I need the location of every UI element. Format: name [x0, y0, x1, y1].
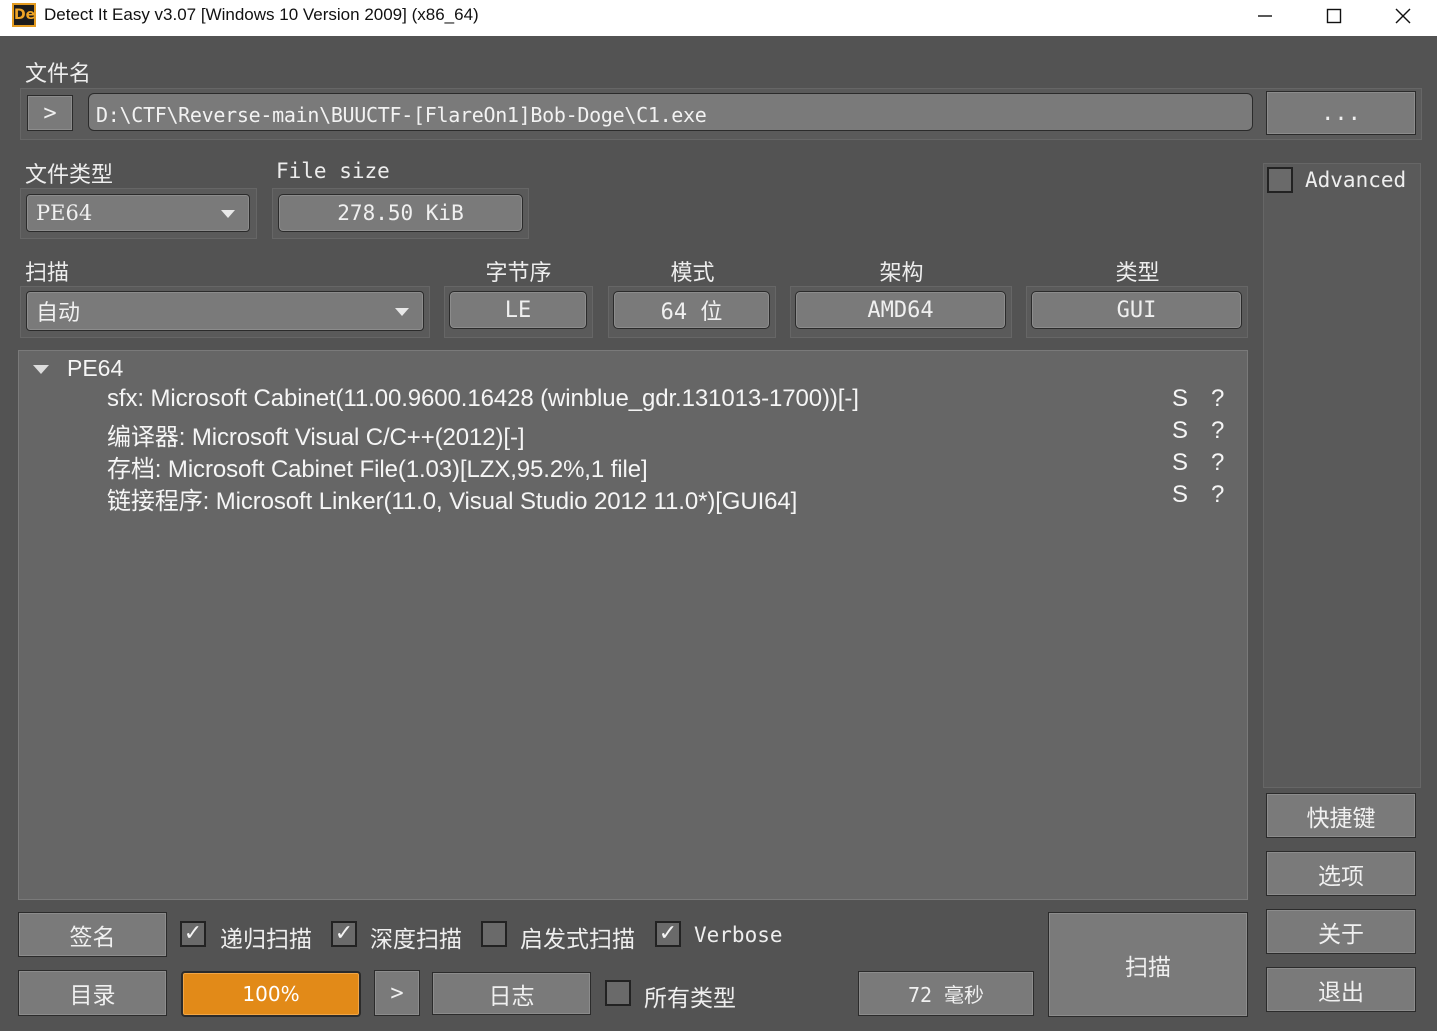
result-row-text[interactable]: 编译器: Microsoft Visual C/C++(2012)[-]: [107, 417, 525, 452]
about-button[interactable]: 关于: [1266, 909, 1416, 954]
expand-button[interactable]: >: [27, 95, 73, 131]
recursive-scan-checkbox[interactable]: ✓: [180, 921, 206, 947]
result-row-signature-button[interactable]: S: [1172, 449, 1188, 477]
arch-value[interactable]: AMD64: [795, 291, 1006, 329]
result-row-signature-button[interactable]: S: [1172, 385, 1188, 413]
maximize-icon[interactable]: [1299, 0, 1369, 32]
result-row-info-button[interactable]: ?: [1211, 417, 1224, 445]
type-value[interactable]: GUI: [1031, 291, 1242, 329]
tree-collapse-icon[interactable]: [33, 365, 49, 374]
exit-button[interactable]: 退出: [1266, 967, 1416, 1012]
window-title: Detect It Easy v3.07 [Windows 10 Version…: [44, 5, 479, 24]
result-row-text[interactable]: 存档: Microsoft Cabinet File(1.03)[LZX,95.…: [107, 449, 648, 484]
directory-button[interactable]: 目录: [18, 970, 167, 1016]
file-type-value: PE64: [36, 201, 93, 225]
result-row-text[interactable]: 链接程序: Microsoft Linker(11.0, Visual Stud…: [107, 481, 797, 516]
type-label: 类型: [1115, 261, 1160, 286]
result-row-info-button[interactable]: ?: [1211, 481, 1224, 509]
deep-scan-checkbox[interactable]: ✓: [331, 921, 357, 947]
recursive-scan-label: 递归扫描: [220, 927, 312, 953]
advanced-panel: [1263, 163, 1421, 788]
scan-mode-select[interactable]: 自动: [26, 291, 424, 331]
mode-label: 模式: [670, 261, 715, 286]
mode-value[interactable]: 64 位: [613, 291, 770, 329]
file-path-input[interactable]: D:\CTF\Reverse-main\BUUCTF-[FlareOn1]Bob…: [88, 93, 1253, 131]
title-bar: De Detect It Easy v3.07 [Windows 10 Vers…: [0, 0, 1437, 36]
file-name-label: 文件名: [25, 62, 92, 87]
chevron-down-icon: [221, 210, 235, 218]
progress-bar: 100%: [181, 971, 361, 1017]
all-types-checkbox[interactable]: [605, 980, 631, 1006]
advanced-label: Advanced: [1305, 168, 1407, 192]
log-button[interactable]: 日志: [432, 972, 591, 1015]
next-button[interactable]: >: [374, 970, 420, 1016]
close-icon[interactable]: [1368, 0, 1437, 32]
file-path-text: D:\CTF\Reverse-main\BUUCTF-[FlareOn1]Bob…: [96, 103, 707, 127]
chevron-down-icon: [395, 308, 409, 316]
file-size-value[interactable]: 278.50 KiB: [278, 194, 523, 232]
heuristic-scan-checkbox[interactable]: [481, 921, 507, 947]
verbose-checkbox[interactable]: ✓: [655, 921, 681, 947]
file-type-select[interactable]: PE64: [26, 194, 250, 232]
signatures-button[interactable]: 签名: [18, 912, 167, 957]
deep-scan-label: 深度扫描: [370, 927, 462, 953]
minimize-icon[interactable]: [1230, 0, 1300, 32]
result-row-info-button[interactable]: ?: [1211, 385, 1224, 413]
all-types-label: 所有类型: [644, 986, 736, 1012]
check-icon: ✓: [658, 921, 678, 946]
endianness-value[interactable]: LE: [449, 291, 587, 329]
result-row-text[interactable]: sfx: Microsoft Cabinet(11.00.9600.16428 …: [107, 385, 859, 413]
result-row-info-button[interactable]: ?: [1211, 449, 1224, 477]
elapsed-time-display: 72 毫秒: [858, 971, 1034, 1016]
scan-button[interactable]: 扫描: [1048, 912, 1248, 1017]
file-size-label: File size: [276, 159, 390, 183]
file-type-label: 文件类型: [25, 163, 114, 188]
result-row-signature-button[interactable]: S: [1172, 481, 1188, 509]
endianness-label: 字节序: [485, 261, 552, 286]
browse-button[interactable]: ...: [1266, 91, 1416, 135]
shortcuts-button[interactable]: 快捷键: [1266, 793, 1416, 838]
verbose-label: Verbose: [694, 923, 783, 947]
result-row-signature-button[interactable]: S: [1172, 417, 1188, 445]
heuristic-scan-label: 启发式扫描: [520, 927, 635, 953]
app-logo-icon: De: [12, 3, 36, 27]
check-icon: ✓: [183, 921, 203, 946]
scan-label: 扫描: [25, 261, 70, 286]
results-tree[interactable]: PE64 sfx: Microsoft Cabinet(11.00.9600.1…: [18, 350, 1248, 900]
advanced-checkbox[interactable]: [1267, 167, 1293, 193]
scan-mode-value: 自动: [36, 301, 81, 326]
tree-root-item[interactable]: PE64: [67, 355, 123, 382]
arch-label: 架构: [879, 261, 924, 286]
options-button[interactable]: 选项: [1266, 851, 1416, 896]
check-icon: ✓: [334, 921, 354, 946]
